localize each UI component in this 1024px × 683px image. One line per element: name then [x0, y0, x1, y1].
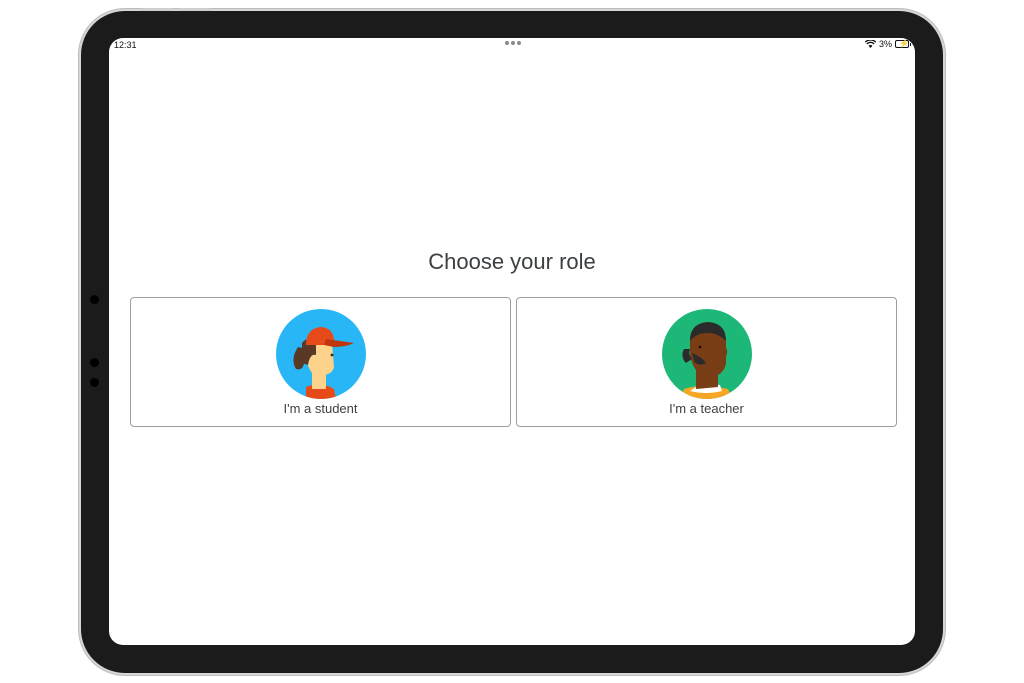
- teacher-role-label: I'm a teacher: [669, 401, 744, 416]
- multitasking-dots-icon[interactable]: [505, 41, 521, 45]
- wifi-icon: [864, 40, 876, 48]
- battery-percent: 3%: [878, 39, 892, 49]
- teacher-avatar-icon: [661, 309, 752, 399]
- battery-charging-icon: ⚡: [895, 39, 911, 48]
- top-button-right: [179, 8, 211, 11]
- page-title: Choose your role: [428, 249, 596, 274]
- status-indicators: 3% ⚡: [864, 39, 911, 49]
- top-button-left: [141, 8, 173, 11]
- screen: 12:31 3% ⚡ Choose your role I'm a studen…: [109, 38, 915, 645]
- side-sensor-3: [90, 378, 99, 387]
- student-role-card[interactable]: I'm a student: [130, 297, 511, 427]
- side-sensor-1: [90, 295, 99, 304]
- status-time: 12:31: [114, 40, 137, 50]
- student-avatar-icon: [275, 309, 366, 399]
- teacher-role-card[interactable]: I'm a teacher: [516, 297, 897, 427]
- side-sensor-2: [90, 358, 99, 367]
- status-bar: 12:31 3% ⚡: [109, 38, 915, 52]
- student-role-label: I'm a student: [283, 401, 358, 416]
